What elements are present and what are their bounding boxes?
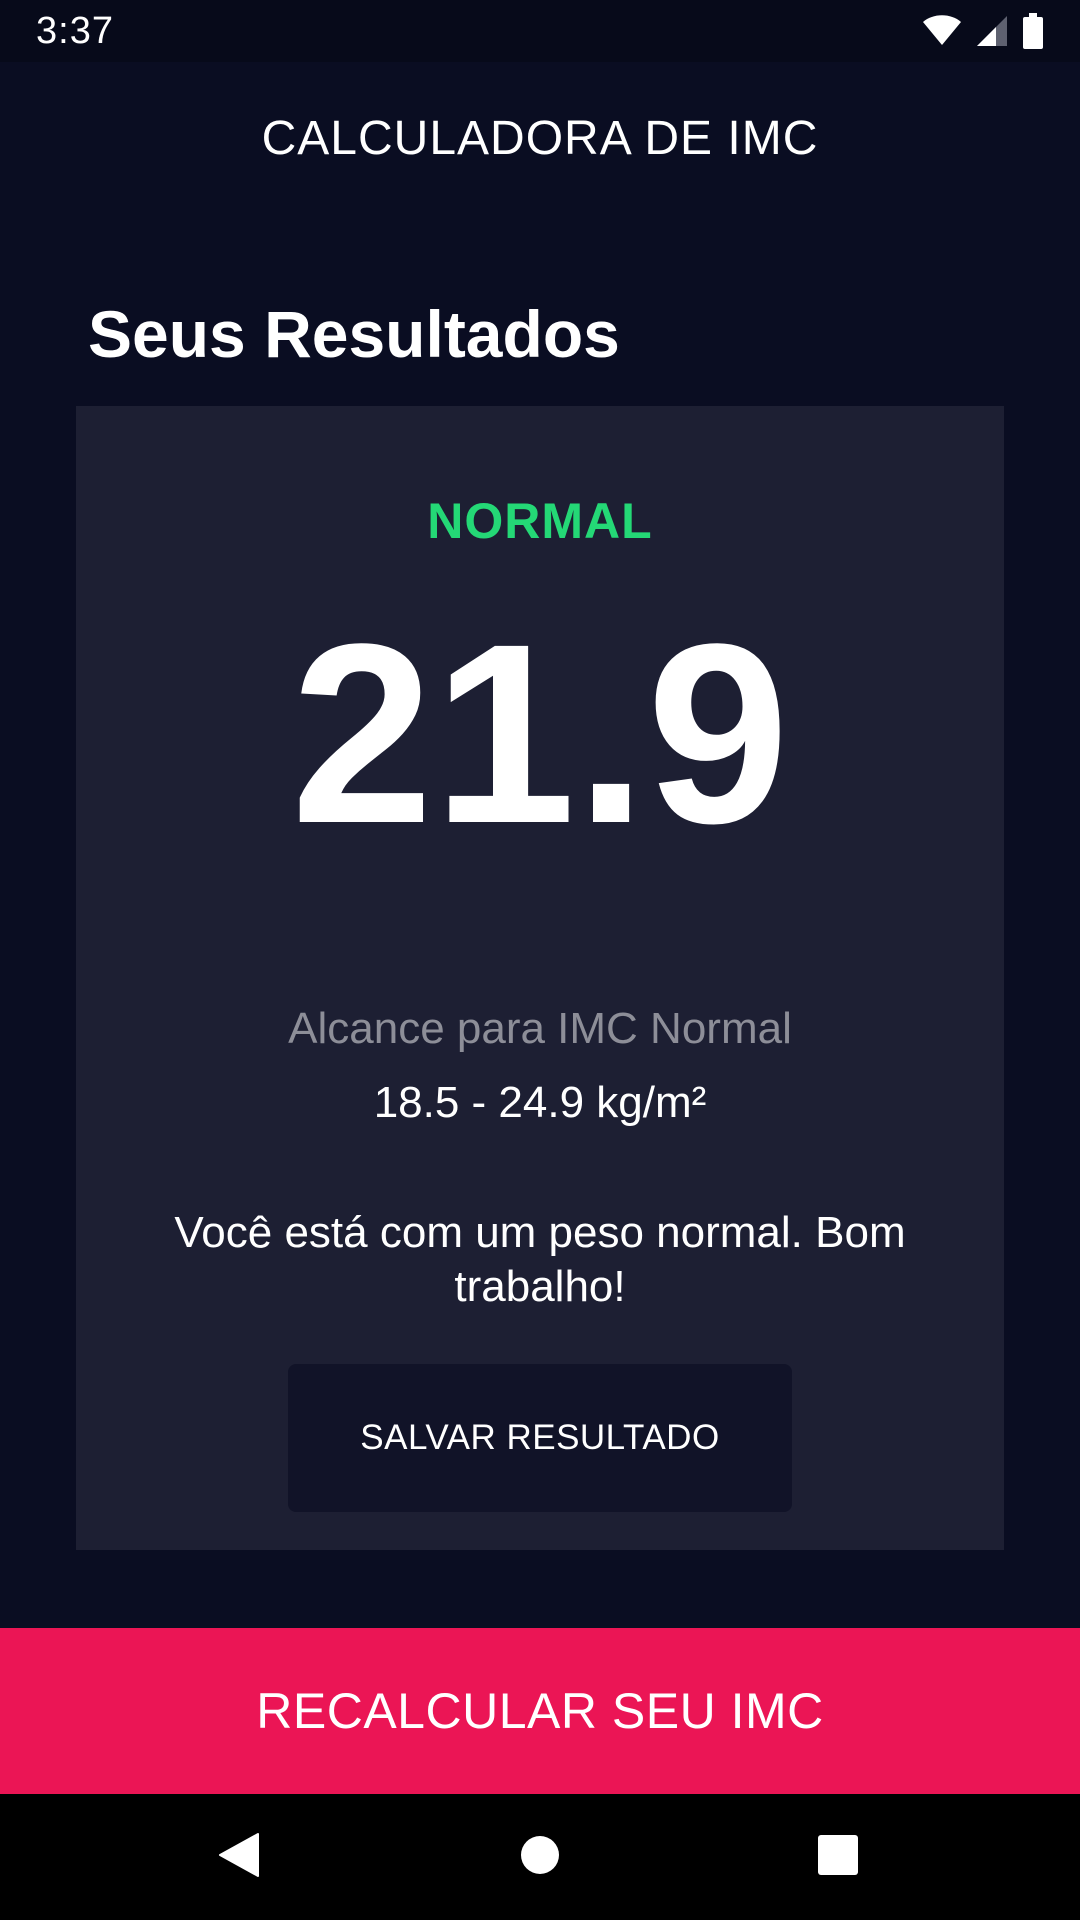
recalculate-button[interactable]: RECALCULAR SEU IMC	[0, 1628, 1080, 1794]
bmi-result-screen: 3:37 CALCULADORA DE IMC Seus Resultados …	[0, 0, 1080, 1920]
bmi-value: 21.9	[290, 591, 790, 877]
navigation-bar	[0, 1794, 1080, 1920]
back-icon	[218, 1832, 260, 1883]
battery-icon	[1022, 13, 1044, 49]
home-button[interactable]	[477, 1794, 603, 1920]
signal-icon	[976, 15, 1008, 47]
status-icons	[922, 13, 1044, 49]
result-card: NORMAL 21.9 Alcance para IMC Normal 18.5…	[76, 406, 1004, 1550]
recents-button[interactable]	[775, 1794, 901, 1920]
bmi-interpretation: Você está com um peso normal. Bom trabal…	[174, 1208, 906, 1311]
wifi-icon	[922, 15, 962, 47]
back-button[interactable]	[176, 1794, 302, 1920]
normal-range-label: Alcance para IMC Normal	[288, 1004, 792, 1053]
save-result-button[interactable]: SALVAR RESULTADO	[288, 1364, 792, 1512]
recents-icon	[818, 1834, 858, 1880]
app-bar: CALCULADORA DE IMC	[0, 62, 1080, 214]
status-time: 3:37	[36, 9, 114, 52]
status-bar: 3:37	[0, 0, 1080, 62]
app-title: CALCULADORA DE IMC	[261, 111, 819, 165]
results-heading: Seus Resultados	[88, 297, 620, 371]
bmi-status-label: NORMAL	[427, 493, 653, 549]
home-icon	[520, 1835, 560, 1880]
normal-range-value: 18.5 - 24.9 kg/m²	[373, 1078, 707, 1127]
